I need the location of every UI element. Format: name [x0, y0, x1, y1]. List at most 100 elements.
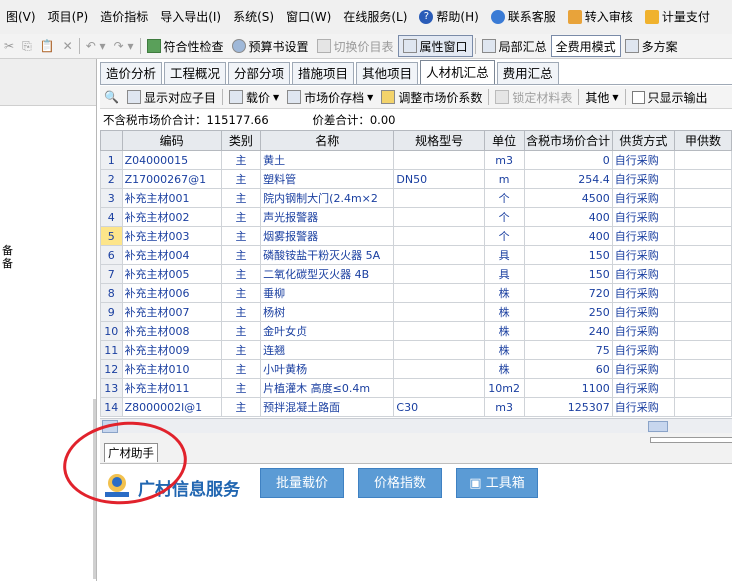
left-panel-scrollbar[interactable] — [93, 399, 96, 579]
name-cell[interactable]: 声光报警器 — [260, 207, 395, 227]
unit-cell[interactable]: 株 — [483, 359, 525, 379]
menu-cost-index[interactable]: 造价指标 — [94, 0, 154, 34]
name-cell[interactable]: 杨树 — [260, 302, 395, 322]
table-row[interactable]: 7 补充主材005 主二氧化碳型灭火器 4B 具 150 自行采购 — [100, 264, 732, 284]
scroll-left-arrow-icon[interactable] — [102, 420, 118, 433]
table-row[interactable]: 9 补充主材007 主杨树 株 250 自行采购 — [100, 302, 732, 322]
table-row[interactable]: 11 补充主材009 主连翘 株 75 自行采购 — [100, 340, 732, 360]
code-cell[interactable]: 补充主材004 — [121, 245, 222, 265]
tax-market-price-cell[interactable]: 0 — [523, 150, 613, 170]
menu-measure-pay[interactable]: 计量支付 — [639, 0, 716, 34]
batch-load-price-button[interactable]: 批量载价 — [260, 468, 344, 498]
redo-icon[interactable]: ↷ ▾ — [110, 36, 138, 56]
category-cell[interactable]: 主 — [220, 169, 262, 189]
tax-market-price-cell[interactable]: 400 — [523, 207, 613, 227]
column-header[interactable]: 类别 — [220, 130, 262, 151]
unit-cell[interactable]: 株 — [483, 321, 525, 341]
unit-cell[interactable]: 具 — [483, 264, 525, 284]
row-number[interactable]: 6 — [100, 245, 123, 265]
supply-method-cell[interactable]: 自行采购 — [611, 207, 675, 227]
unit-cell[interactable]: 10m2 — [483, 378, 525, 398]
column-header[interactable]: 规格型号 — [393, 130, 485, 151]
property-window-button[interactable]: 属性窗口 — [397, 35, 473, 57]
paste-icon[interactable]: 📋 — [36, 36, 59, 56]
name-cell[interactable]: 二氧化碳型灭火器 4B — [260, 264, 395, 284]
spec-cell[interactable] — [393, 226, 485, 246]
tab-guangcai-assistant[interactable]: 广材助手 — [104, 443, 158, 462]
tax-market-price-cell[interactable]: 4500 — [523, 188, 613, 208]
table-row[interactable]: 4 补充主材002 主声光报警器 个 400 自行采购 — [100, 207, 732, 227]
supplied-qty-cell[interactable] — [673, 226, 732, 246]
code-cell[interactable]: 补充主材006 — [121, 283, 222, 303]
table-row[interactable]: 1 Z04000015 主黄土 m3 0 自行采购 — [100, 150, 732, 170]
column-header[interactable]: 编码 — [121, 130, 222, 151]
tax-market-price-cell[interactable]: 250 — [523, 302, 613, 322]
category-cell[interactable]: 主 — [220, 245, 262, 265]
tax-market-price-cell[interactable]: 240 — [523, 321, 613, 341]
supplied-qty-cell[interactable] — [673, 169, 732, 189]
spec-cell[interactable] — [393, 264, 485, 284]
tab-fee-summary[interactable]: 费用汇总 — [496, 62, 559, 84]
category-cell[interactable]: 主 — [220, 226, 262, 246]
budget-settings-button[interactable]: 预算书设置 — [228, 36, 313, 56]
spec-cell[interactable] — [393, 321, 485, 341]
unit-cell[interactable]: 株 — [483, 302, 525, 322]
column-header[interactable]: 甲供数 — [673, 130, 732, 151]
table-row[interactable]: 12 补充主材010 主小叶黄杨 株 60 自行采购 — [100, 359, 732, 379]
row-number[interactable]: 14 — [100, 397, 123, 417]
multi-scheme-button[interactable]: 多方案 — [621, 36, 682, 56]
tax-market-price-cell[interactable]: 400 — [523, 226, 613, 246]
menu-customer-service[interactable]: 联系客服 — [485, 0, 562, 34]
spec-cell[interactable] — [393, 207, 485, 227]
price-index-button[interactable]: 价格指数 — [358, 468, 442, 498]
spec-cell[interactable]: C30 — [393, 397, 485, 417]
unit-cell[interactable]: m3 — [483, 150, 525, 170]
name-cell[interactable]: 小叶黄杨 — [260, 359, 395, 379]
supply-method-cell[interactable]: 自行采购 — [611, 378, 675, 398]
horizontal-scrollbar[interactable] — [100, 418, 732, 433]
spec-cell[interactable] — [393, 188, 485, 208]
tax-market-price-cell[interactable]: 150 — [523, 264, 613, 284]
menu-help[interactable]: ? 帮助(H) — [413, 0, 484, 34]
load-price-button[interactable]: 载价 ▼ — [225, 89, 283, 106]
supplied-qty-cell[interactable] — [673, 302, 732, 322]
copy-icon[interactable]: ⎘ — [18, 36, 36, 56]
undo-icon[interactable]: ↶ ▾ — [82, 36, 110, 56]
supplied-qty-cell[interactable] — [673, 188, 732, 208]
category-cell[interactable]: 主 — [220, 321, 262, 341]
tab-labor-material-summary[interactable]: 人材机汇总 — [420, 60, 495, 84]
code-cell[interactable]: 补充主材008 — [121, 321, 222, 341]
row-number[interactable]: 5 — [100, 226, 123, 246]
compliance-check-button[interactable]: 符合性检查 — [143, 36, 228, 56]
code-cell[interactable]: 补充主材003 — [121, 226, 222, 246]
menu-system[interactable]: 系统(S) — [227, 0, 280, 34]
name-cell[interactable]: 烟雾报警器 — [260, 226, 395, 246]
menu-view[interactable]: 图(V) — [0, 0, 42, 34]
code-cell[interactable]: 补充主材005 — [121, 264, 222, 284]
row-number[interactable]: 11 — [100, 340, 123, 360]
tax-market-price-cell[interactable]: 125307 — [523, 397, 613, 417]
partial-summary-button[interactable]: 局部汇总 — [478, 36, 551, 56]
table-row[interactable]: 10 补充主材008 主金叶女贞 株 240 自行采购 — [100, 321, 732, 341]
supply-method-cell[interactable]: 自行采购 — [611, 302, 675, 322]
tax-market-price-cell[interactable]: 1100 — [523, 378, 613, 398]
other-dropdown[interactable]: 其他 ▼ — [581, 89, 622, 106]
name-cell[interactable]: 垂柳 — [260, 283, 395, 303]
supply-method-cell[interactable]: 自行采购 — [611, 226, 675, 246]
spec-cell[interactable] — [393, 378, 485, 398]
name-cell[interactable]: 片植灌木 高度≤0.4m — [260, 378, 395, 398]
table-row[interactable]: 8 补充主材006 主垂柳 株 720 自行采购 — [100, 283, 732, 303]
row-number[interactable]: 7 — [100, 264, 123, 284]
category-cell[interactable]: 主 — [220, 378, 262, 398]
row-number[interactable]: 1 — [100, 150, 123, 170]
category-cell[interactable]: 主 — [220, 150, 262, 170]
name-cell[interactable]: 磷酸铵盐干粉灭火器 5A — [260, 245, 395, 265]
spec-cell[interactable] — [393, 359, 485, 379]
code-cell[interactable]: Z8000002l@1 — [121, 397, 222, 417]
name-cell[interactable]: 塑料管 — [260, 169, 395, 189]
code-cell[interactable]: 补充主材011 — [121, 378, 222, 398]
unit-cell[interactable]: 株 — [483, 283, 525, 303]
name-cell[interactable]: 预拌混凝土路面 — [260, 397, 395, 417]
column-header[interactable]: 供货方式 — [611, 130, 675, 151]
menu-transfer-review[interactable]: 转入审核 — [562, 0, 639, 34]
